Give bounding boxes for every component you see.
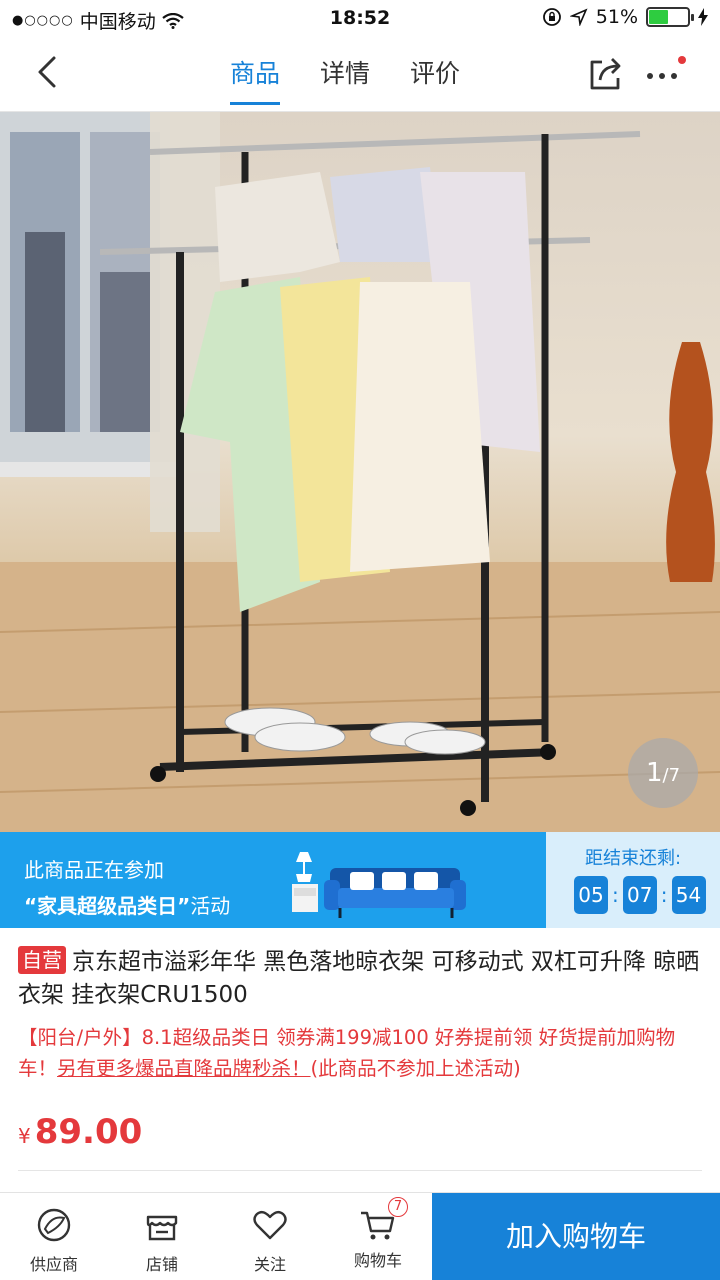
- share-icon[interactable]: [586, 54, 626, 94]
- countdown-hours: 05: [574, 876, 608, 914]
- tab-reviews[interactable]: 评价: [410, 54, 460, 105]
- back-icon[interactable]: [30, 52, 70, 92]
- gallery-current: 1: [645, 758, 663, 788]
- cart-label: 购物车: [353, 1251, 402, 1270]
- follow-label: 关注: [253, 1255, 286, 1274]
- charging-icon: [698, 8, 708, 26]
- supplier-label: 供应商: [29, 1255, 78, 1274]
- divider: [18, 1170, 702, 1171]
- store-icon: [146, 1215, 178, 1241]
- location-icon: [569, 8, 588, 26]
- top-nav: 商品 详情 评价: [0, 36, 720, 112]
- countdown-timer: 05 : 07 : 54: [574, 876, 706, 914]
- add-to-cart-button[interactable]: 加入购物车: [432, 1193, 720, 1280]
- gallery-total: /7: [662, 765, 681, 786]
- promo-event-name: 家具超级品类日: [37, 894, 178, 918]
- self-operated-badge: 自营: [18, 946, 66, 974]
- supplier-button[interactable]: 供应商: [0, 1193, 108, 1280]
- nav-tabs: 商品 详情 评价: [230, 54, 460, 105]
- tab-details[interactable]: 详情: [320, 54, 370, 105]
- battery-icon: [646, 7, 694, 27]
- promo-event: “家具超级品类日”活动: [24, 890, 230, 919]
- status-bar: ●○○○○ 中国移动 18:52 51%: [0, 0, 720, 36]
- countdown-label: 距结束还剩:: [584, 848, 682, 869]
- bottom-action-bar: 供应商 店铺 关注 7 购物车 加入购物车: [0, 1192, 720, 1280]
- product-photo: [0, 112, 720, 832]
- sofa-illustration: [292, 852, 466, 918]
- quote-close: ”: [177, 894, 191, 918]
- countdown-seconds: 54: [671, 876, 706, 914]
- store-label: 店铺: [145, 1255, 178, 1274]
- countdown-minutes: 07: [622, 876, 657, 914]
- promo-desc-note: (此商品不参加上述活动): [310, 1057, 521, 1080]
- battery-percent: 51%: [595, 6, 638, 28]
- promo-desc-link[interactable]: 另有更多爆品直降品牌秒杀！: [57, 1057, 311, 1080]
- price-value: 89.00: [34, 1112, 143, 1152]
- follow-button[interactable]: 关注: [216, 1193, 324, 1280]
- tab-product[interactable]: 商品: [230, 54, 281, 105]
- countdown-panel: 距结束还剩: 05 : 07 : 54: [546, 832, 720, 928]
- product-title: 自营 京东超市溢彩年华 黑色落地晾衣架 可移动式 双杠可升降 晾晒衣架 挂衣架CR…: [18, 946, 702, 1012]
- supplier-icon: [37, 1208, 71, 1242]
- countdown-separator: :: [612, 883, 619, 907]
- cart-icon-wrap: 7: [358, 1197, 408, 1245]
- promo-suffix: 活动: [190, 894, 231, 918]
- cart-count-badge: 7: [388, 1197, 408, 1217]
- currency-symbol: ¥: [18, 1124, 31, 1148]
- more-icon[interactable]: [642, 54, 686, 94]
- heart-icon: [253, 1210, 287, 1240]
- store-button[interactable]: 店铺: [108, 1193, 216, 1280]
- promo-intro: 此商品正在参加: [24, 858, 164, 882]
- product-image-gallery[interactable]: 1/7: [0, 112, 720, 832]
- product-promo-desc: 【阳台/户外】8.1超级品类日 领券满199减100 好券提前领 好货提前加购物…: [18, 1022, 702, 1084]
- product-price: ¥89.00: [18, 1112, 142, 1152]
- gallery-counter: 1/7: [628, 738, 698, 808]
- promo-banner[interactable]: 此商品正在参加 “家具超级品类日”活动 距结束还剩: 05 : 07 : 54: [0, 832, 720, 928]
- rotation-lock-icon: [542, 8, 561, 26]
- countdown-separator: :: [660, 883, 668, 907]
- quote-open: “: [24, 894, 38, 918]
- product-title-text: 京东超市溢彩年华 黑色落地晾衣架 可移动式 双杠可升降 晾晒衣架 挂衣架CRU1…: [18, 949, 700, 1008]
- cart-button[interactable]: 7 购物车: [324, 1193, 432, 1280]
